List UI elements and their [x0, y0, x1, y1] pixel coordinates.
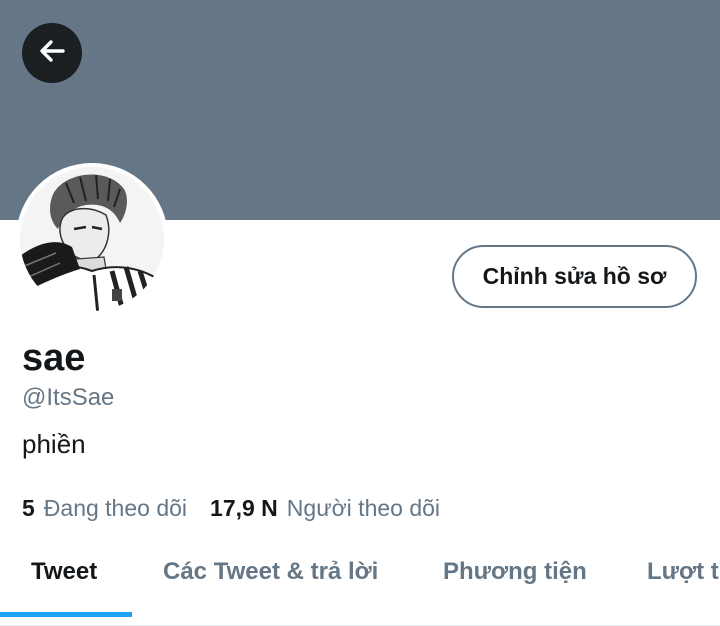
display-name: sae [22, 337, 86, 379]
followers-count: 17,9 N [210, 495, 278, 521]
user-handle: @ItsSae [22, 384, 115, 411]
following-stat[interactable]: 5 Đang theo dõi [22, 494, 187, 522]
tab-tweets[interactable]: Tweet [31, 540, 97, 612]
tab-likes[interactable]: Lượt thích [647, 540, 720, 612]
tab-media[interactable]: Phương tiện [443, 540, 587, 612]
active-tab-indicator [0, 612, 132, 617]
avatar[interactable] [16, 163, 168, 315]
followers-label: Người theo dõi [286, 495, 441, 521]
tab-tweets-and-replies[interactable]: Các Tweet & trả lời [163, 540, 378, 612]
following-label: Đang theo dõi [43, 495, 188, 521]
profile-bio: phiền [22, 429, 86, 459]
arrow-left-icon [36, 35, 68, 72]
profile-tabs: Tweet Các Tweet & trả lời Phương tiện Lư… [0, 540, 720, 626]
edit-profile-button[interactable]: Chỉnh sửa hồ sơ [452, 245, 697, 308]
profile-stats: 5 Đang theo dõi 17,9 N Người theo dõi [22, 494, 440, 522]
following-count: 5 [22, 495, 35, 521]
followers-stat[interactable]: 17,9 N Người theo dõi [210, 494, 440, 522]
back-button[interactable] [22, 23, 82, 83]
